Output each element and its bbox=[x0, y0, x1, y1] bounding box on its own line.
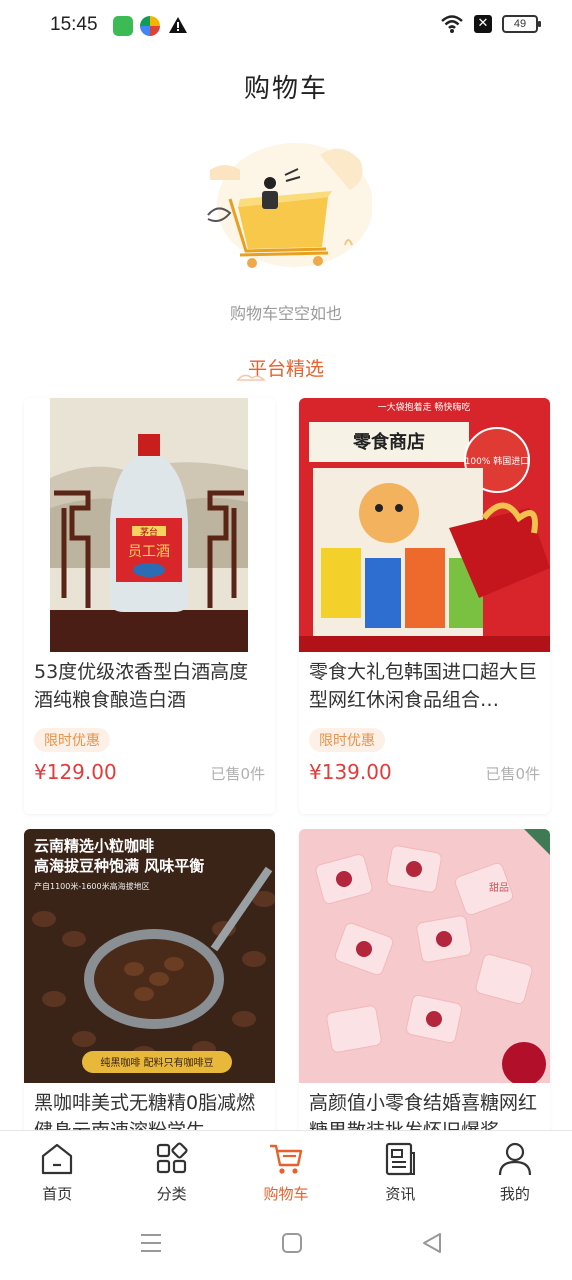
browser-icon bbox=[140, 16, 160, 36]
wifi-icon bbox=[441, 15, 463, 33]
bottom-nav: 首页 分类 购物车 资讯 我的 bbox=[0, 1130, 572, 1210]
nav-item-category[interactable]: 分类 bbox=[114, 1131, 228, 1210]
product-name[interactable]: 53度优级浓香型白酒高度酒纯粮食酿造白酒 bbox=[24, 652, 275, 718]
import-badge-text: 100% 韩国进口 bbox=[465, 455, 530, 467]
empty-cart-text: 购物车空空如也 bbox=[229, 304, 342, 323]
home-icon bbox=[42, 1143, 73, 1175]
menu-icon[interactable] bbox=[140, 1232, 162, 1254]
home-button-icon[interactable] bbox=[281, 1232, 303, 1254]
news-icon bbox=[386, 1142, 416, 1176]
nav-label: 资讯 bbox=[385, 1185, 416, 1203]
promo-tag: 限时优惠 bbox=[309, 728, 385, 752]
page-title: 购物车 bbox=[243, 74, 328, 104]
warning-icon bbox=[169, 17, 187, 33]
status-time: 15:45 bbox=[50, 14, 98, 35]
bottle-label-top: 茅台 bbox=[140, 526, 158, 538]
coffee-headline-2: 高海拔豆种饱满 风味平衡 bbox=[34, 857, 204, 875]
image-banner-text: 一大袋抱着走 畅快嗨吃 bbox=[378, 401, 471, 413]
product-image-coffee[interactable]: 云南精选小粒咖啡 高海拔豆种饱满 风味平衡 产自1100米-1600米高海拔地区… bbox=[24, 829, 275, 1083]
product-price: ¥139.00 bbox=[309, 760, 392, 784]
product-card[interactable]: 云南精选小粒咖啡 高海拔豆种饱满 风味平衡 产自1100米-1600米高海拔地区… bbox=[24, 829, 275, 1139]
profile-icon bbox=[498, 1142, 531, 1176]
nav-item-home[interactable]: 首页 bbox=[0, 1131, 114, 1210]
nav-item-cart[interactable]: 购物车 bbox=[229, 1131, 343, 1210]
product-image-baijiu[interactable]: 茅台 员工酒 bbox=[24, 398, 275, 652]
candy-wrapper-text: 甜品 bbox=[489, 881, 509, 894]
nav-label: 分类 bbox=[156, 1185, 187, 1203]
close-icon: ✕ bbox=[474, 15, 492, 33]
coffee-headline-1: 云南精选小粒咖啡 bbox=[34, 837, 154, 855]
bottle-label: 员工酒 bbox=[128, 544, 170, 560]
status-bar: 15:45 ✕ 49 bbox=[0, 0, 572, 52]
product-card[interactable]: 茅台 员工酒 53度优级浓香型白酒高度酒纯粮食酿造白酒 限时优惠 ¥129.00… bbox=[24, 398, 275, 814]
sold-count: 已售0件 bbox=[210, 765, 265, 783]
product-name[interactable]: 零食大礼包韩国进口超大巨型网红休闲食品组合… bbox=[299, 652, 550, 718]
nav-item-news[interactable]: 资讯 bbox=[343, 1131, 457, 1210]
product-price: ¥129.00 bbox=[34, 760, 117, 784]
product-image-snack-pack[interactable]: 一大袋抱着走 畅快嗨吃 零食商店 100% 韩国进口 bbox=[299, 398, 550, 652]
coffee-subline: 产自1100米-1600米高海拔地区 bbox=[34, 881, 150, 891]
empty-cart-illustration bbox=[207, 143, 372, 268]
product-image-candy[interactable]: 甜品 bbox=[299, 829, 550, 1083]
cart-icon bbox=[270, 1144, 303, 1174]
back-icon[interactable] bbox=[421, 1232, 443, 1254]
shop-sign-text: 零食商店 bbox=[352, 431, 425, 453]
category-icon bbox=[156, 1142, 188, 1174]
nav-label: 购物车 bbox=[263, 1185, 309, 1203]
system-nav-bar bbox=[0, 1210, 572, 1280]
battery-icon: 49 bbox=[502, 15, 541, 33]
coffee-footer: 纯黑咖啡 配料只有咖啡豆 bbox=[100, 1056, 213, 1069]
product-card[interactable]: 甜品 高颜值小零食结婚喜糖网红糖果散装批发怀旧爆浆 bbox=[299, 829, 550, 1139]
nav-label: 我的 bbox=[499, 1185, 530, 1203]
product-card[interactable]: 一大袋抱着走 畅快嗨吃 零食商店 100% 韩国进口 零食大礼包韩国进口超大巨型… bbox=[299, 398, 550, 814]
promo-tag: 限时优惠 bbox=[34, 728, 110, 752]
app-notification-icon bbox=[113, 16, 133, 36]
nav-label: 首页 bbox=[42, 1185, 73, 1203]
nav-item-profile[interactable]: 我的 bbox=[458, 1131, 572, 1210]
section-cloud-decoration bbox=[236, 374, 266, 381]
sold-count: 已售0件 bbox=[485, 765, 540, 783]
